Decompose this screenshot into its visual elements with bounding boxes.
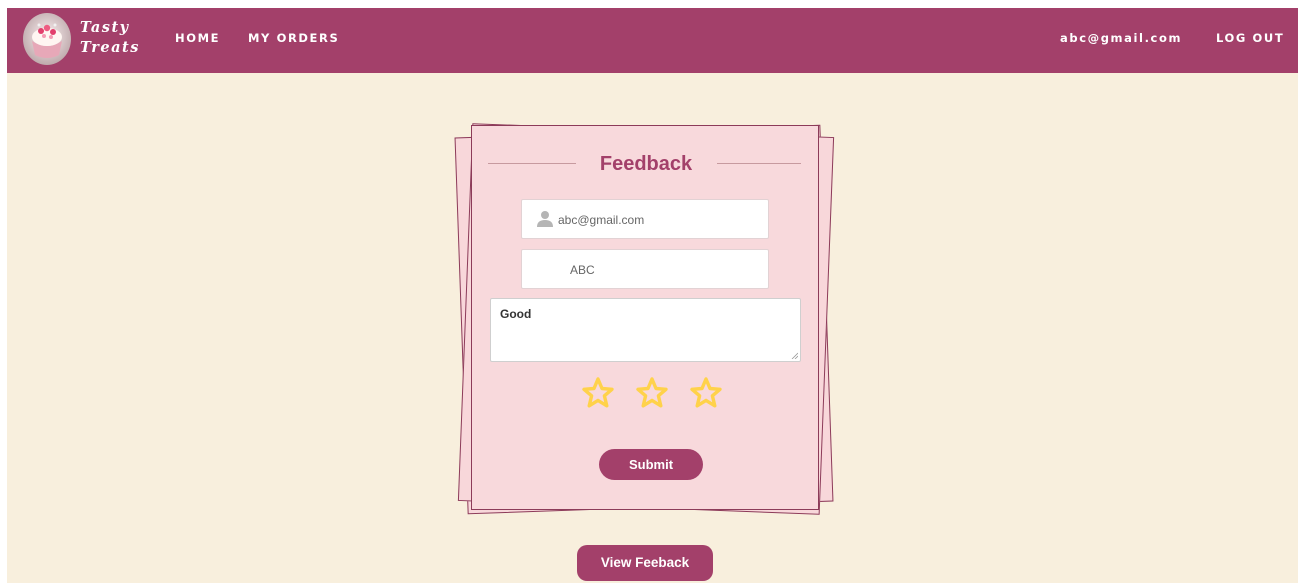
brand-line-1: Tasty xyxy=(80,19,130,36)
user-icon xyxy=(537,211,553,227)
nav-link-my-orders[interactable]: MY ORDERS xyxy=(248,31,339,45)
name-value: ABC xyxy=(570,263,595,277)
star-icon[interactable] xyxy=(635,376,669,410)
title-divider-left xyxy=(488,163,576,164)
brand-name[interactable]: Tasty Treats xyxy=(80,18,140,58)
view-feedback-button[interactable]: View Feeback xyxy=(577,545,713,581)
cupcake-logo-icon[interactable] xyxy=(22,11,72,67)
feedback-title: Feedback xyxy=(599,153,693,175)
name-field[interactable]: ABC xyxy=(521,249,769,289)
resize-grip-icon[interactable] xyxy=(791,352,798,359)
submit-button[interactable]: Submit xyxy=(599,449,703,480)
email-value: abc@gmail.com xyxy=(558,213,645,227)
logout-link[interactable]: LOG OUT xyxy=(1216,31,1284,45)
comment-textarea[interactable]: Good xyxy=(490,298,801,362)
brand-line-2: Treats xyxy=(80,39,140,56)
star-icon[interactable] xyxy=(581,376,615,410)
user-email: abc@gmail.com xyxy=(1060,31,1183,45)
comment-value: Good xyxy=(500,307,532,321)
navbar: Tasty Treats HOME MY ORDERS abc@gmail.co… xyxy=(7,8,1298,73)
page: Tasty Treats HOME MY ORDERS abc@gmail.co… xyxy=(7,8,1298,583)
title-divider-right xyxy=(717,163,801,164)
email-field[interactable]: abc@gmail.com xyxy=(521,199,769,239)
star-icon[interactable] xyxy=(689,376,723,410)
nav-link-home[interactable]: HOME xyxy=(175,31,220,45)
